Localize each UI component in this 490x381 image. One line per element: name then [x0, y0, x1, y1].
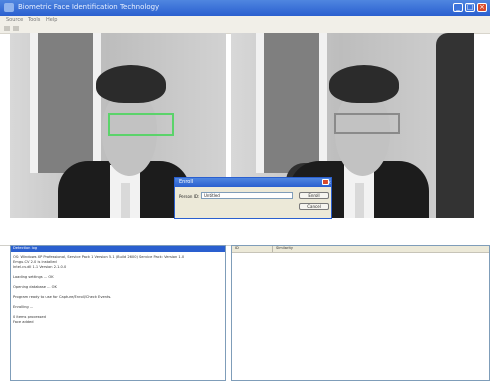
- close-icon: ×: [327, 180, 332, 186]
- enroll-button[interactable]: Enroll: [299, 192, 329, 199]
- log-line: Program ready to use for Capture/Enroll/…: [13, 295, 112, 299]
- window-title: Biometric Face Identification Technology: [18, 3, 160, 11]
- enroll-dialog: Enroll × Person ID: Untitled Enroll Canc…: [174, 177, 332, 219]
- log-line: 0 items processed: [13, 315, 46, 319]
- door-frame: [30, 33, 38, 173]
- log-line: Opening database ... OK: [13, 285, 57, 289]
- log-line: Face added: [13, 320, 34, 324]
- second-person: [436, 33, 474, 218]
- menu-help[interactable]: Help: [46, 17, 57, 23]
- log-header-label: Detection log: [13, 246, 38, 250]
- log-line: OS: Windows XP Professional, Service Pac…: [13, 255, 185, 259]
- log-line: Intel.cv.dll 1.1 Version 2.1.0.0: [13, 265, 67, 269]
- app-icon: [4, 3, 14, 12]
- close-button[interactable]: ×: [477, 3, 487, 12]
- minimize-button[interactable]: _: [453, 3, 463, 12]
- title-bar[interactable]: Biometric Face Identification Technology…: [0, 0, 490, 16]
- maximize-icon: □: [466, 3, 474, 11]
- dialog-title-bar[interactable]: Enroll ×: [175, 178, 331, 187]
- detected-eyes-box: [108, 113, 174, 136]
- log-line: Loading settings ... OK: [13, 275, 54, 279]
- door: [264, 33, 319, 173]
- door: [38, 33, 93, 173]
- hair: [329, 65, 399, 103]
- results-list[interactable]: ID Similarity: [231, 245, 490, 381]
- results-list-header: ID Similarity: [232, 246, 489, 253]
- log-panel[interactable]: Detection log OS: Windows XP Professiona…: [10, 245, 226, 381]
- close-icon: ×: [479, 3, 485, 11]
- person-id-label: Person ID:: [179, 194, 200, 199]
- menu-source[interactable]: Source: [6, 17, 23, 23]
- hair: [96, 65, 166, 103]
- column-separator: [272, 246, 273, 252]
- panel-divider: [0, 218, 490, 246]
- column-similarity[interactable]: Similarity: [276, 246, 293, 250]
- log-header: Detection log: [11, 246, 225, 252]
- door-frame: [319, 33, 327, 173]
- menu-tools[interactable]: Tools: [28, 17, 40, 23]
- tie: [355, 183, 364, 218]
- matched-eyes-box: [334, 113, 400, 134]
- door-frame: [256, 33, 264, 173]
- settings-icon[interactable]: [13, 26, 19, 31]
- open-icon[interactable]: [4, 26, 10, 31]
- dialog-title: Enroll: [179, 179, 194, 185]
- app-window: Biometric Face Identification Technology…: [0, 0, 490, 381]
- log-line: Emgu.CV 2.0 is installed: [13, 260, 57, 264]
- minimize-icon: _: [456, 3, 460, 11]
- column-id[interactable]: ID: [235, 246, 239, 250]
- door-frame: [93, 33, 101, 173]
- maximize-button[interactable]: □: [465, 3, 475, 12]
- log-line: Enrolling ...: [13, 305, 34, 309]
- cancel-button[interactable]: Cancel: [299, 203, 329, 210]
- dialog-close-button[interactable]: ×: [322, 179, 332, 186]
- tie: [121, 183, 130, 218]
- menu-bar: Source Tools Help: [0, 16, 490, 25]
- person-id-input[interactable]: Untitled: [201, 192, 293, 199]
